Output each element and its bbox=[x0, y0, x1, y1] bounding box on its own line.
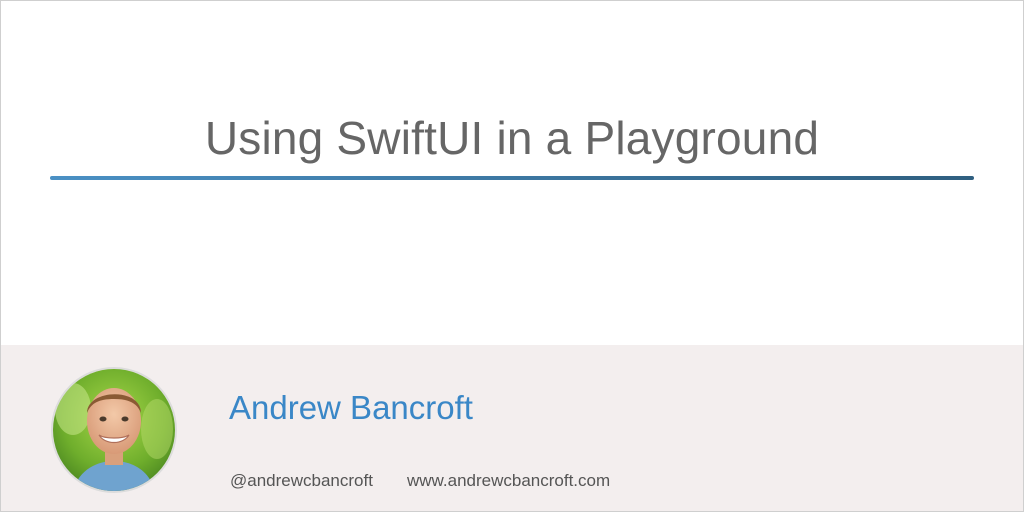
title-divider bbox=[50, 176, 974, 180]
author-website: www.andrewcbancroft.com bbox=[407, 471, 611, 490]
author-name: Andrew Bancroft bbox=[229, 389, 473, 426]
author-photo bbox=[53, 369, 175, 491]
post-title: Using SwiftUI in a Playground bbox=[204, 112, 820, 164]
author-avatar bbox=[51, 367, 177, 493]
title-card: Using SwiftUI in a Playground Andrew Ban… bbox=[0, 0, 1024, 512]
author-handle: @andrewcbancroft bbox=[230, 471, 373, 490]
author-footer: Andrew Bancroft @andrewcbancroft www.and… bbox=[1, 345, 1023, 511]
